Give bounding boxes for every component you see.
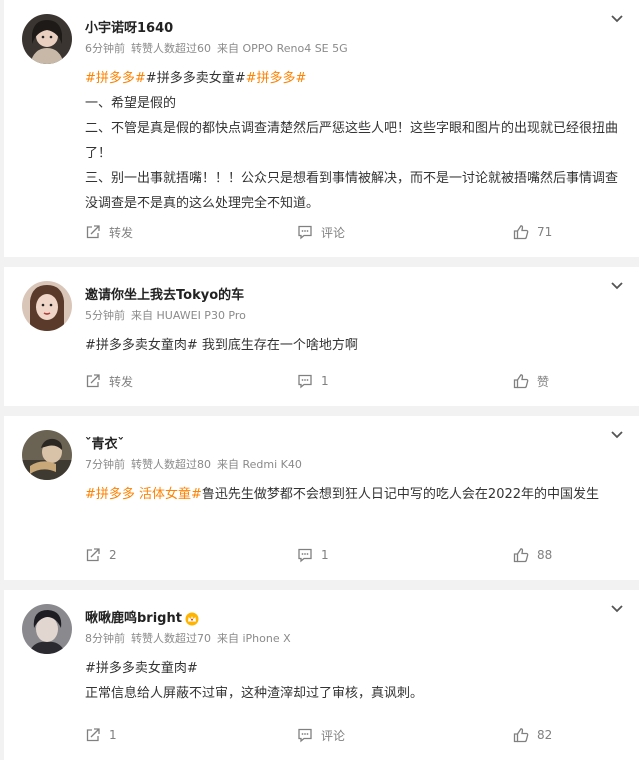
post-text: 鲁迅先生做梦都不会想到狂人日记中写的吃人会在2022年的中国发生 bbox=[201, 487, 600, 502]
share-button[interactable]: 2 bbox=[85, 547, 297, 563]
username[interactable]: 小宇诺呀1640 bbox=[85, 20, 348, 38]
post-card: ˇ青衣ˇ 7分钟前 转赞人数超过80 来自 Redmi K40 #拼多多 活体女童#… bbox=[4, 416, 639, 580]
reposts-note: 转赞人数超过80 bbox=[131, 458, 211, 471]
post-source: 来自 iPhone X bbox=[217, 632, 291, 645]
action-bar: 转发 1 赞 bbox=[85, 356, 549, 406]
post-meta: 8分钟前 转赞人数超过70 来自 iPhone X bbox=[85, 632, 291, 646]
post-card: 啾啾鹿鸣bright 8分钟前 转赞人数超过70 来自 iPhone X #拼多多卖… bbox=[4, 590, 639, 760]
post-time[interactable]: 8分钟前 bbox=[85, 632, 125, 645]
comment-count: 1 bbox=[321, 374, 329, 388]
comment-label: 评论 bbox=[321, 728, 346, 743]
post-body: #拼多多卖女童肉# 正常信息给人屏蔽不过审，这种渣滓却过了审核，真讽刺。 bbox=[85, 656, 627, 706]
action-bar: 转发 评论 71 bbox=[85, 207, 552, 257]
post-source: 来自 OPPO Reno4 SE 5G bbox=[217, 42, 348, 55]
post-time[interactable]: 7分钟前 bbox=[85, 458, 125, 471]
share-label: 转发 bbox=[109, 225, 134, 240]
share-button[interactable]: 1 bbox=[85, 727, 297, 743]
avatar[interactable] bbox=[22, 430, 72, 480]
comment-button[interactable]: 1 bbox=[297, 373, 513, 389]
chevron-down-icon[interactable] bbox=[609, 600, 625, 616]
share-icon bbox=[86, 374, 100, 388]
comment-label: 评论 bbox=[321, 225, 346, 240]
hashtag[interactable]: #拼多多# bbox=[246, 71, 307, 86]
crown-badge-icon[interactable] bbox=[185, 612, 199, 626]
post-meta: 7分钟前 转赞人数超过80 来自 Redmi K40 bbox=[85, 458, 302, 472]
like-count: 88 bbox=[537, 548, 553, 562]
like-button[interactable]: 赞 bbox=[513, 373, 549, 390]
share-button[interactable]: 转发 bbox=[85, 224, 297, 241]
post-body: #拼多多 活体女童#鲁迅先生做梦都不会想到狂人日记中写的吃人会在2022年的中国… bbox=[85, 482, 627, 507]
comment-count: 1 bbox=[321, 548, 329, 562]
share-label: 转发 bbox=[109, 374, 134, 389]
like-count: 82 bbox=[537, 728, 553, 742]
post-line: 二、不管是真是假的都快点调查清楚然后严惩这些人吧！这些字眼和图片的出现就已经很扭… bbox=[85, 121, 619, 161]
avatar[interactable] bbox=[22, 281, 72, 331]
thumbs-up-icon bbox=[513, 374, 529, 389]
post-card: 邀请你坐上我去Tokyo的车 5分钟前 来自 HUAWEI P30 Pro #拼多… bbox=[4, 267, 639, 406]
like-count: 71 bbox=[537, 225, 553, 239]
comment-icon bbox=[298, 374, 312, 389]
comment-button[interactable]: 1 bbox=[297, 547, 513, 563]
share-count: 1 bbox=[109, 728, 117, 742]
post-time[interactable]: 6分钟前 bbox=[85, 42, 125, 55]
post-line: 正常信息给人屏蔽不过审，这种渣滓却过了审核，真讽刺。 bbox=[85, 686, 424, 701]
share-button[interactable]: 转发 bbox=[85, 373, 297, 390]
post-meta: 5分钟前 来自 HUAWEI P30 Pro bbox=[85, 309, 246, 323]
reposts-note: 转赞人数超过60 bbox=[131, 42, 211, 55]
comment-button[interactable]: 评论 bbox=[297, 224, 513, 241]
post-meta: 6分钟前 转赞人数超过60 来自 OPPO Reno4 SE 5G bbox=[85, 42, 348, 56]
chevron-down-icon[interactable] bbox=[609, 277, 625, 293]
comment-icon bbox=[298, 728, 312, 743]
username[interactable]: ˇ青衣ˇ bbox=[85, 436, 302, 454]
post-source: 来自 Redmi K40 bbox=[217, 458, 302, 471]
hashtag[interactable]: #拼多多# bbox=[85, 71, 146, 86]
post-card: 小宇诺呀1640 6分钟前 转赞人数超过60 来自 OPPO Reno4 SE 5G… bbox=[4, 0, 639, 257]
like-button[interactable]: 71 bbox=[513, 224, 552, 240]
username[interactable]: 啾啾鹿鸣bright bbox=[85, 610, 291, 628]
username[interactable]: 邀请你坐上我去Tokyo的车 bbox=[85, 287, 246, 305]
comment-icon bbox=[298, 548, 312, 563]
chevron-down-icon[interactable] bbox=[609, 10, 625, 26]
share-icon bbox=[86, 548, 100, 562]
weibo-feed: 小宇诺呀1640 6分钟前 转赞人数超过60 来自 OPPO Reno4 SE 5G… bbox=[0, 0, 639, 760]
avatar[interactable] bbox=[22, 14, 72, 64]
comment-icon bbox=[298, 225, 312, 240]
share-count: 2 bbox=[109, 548, 117, 562]
post-source: 来自 HUAWEI P30 Pro bbox=[131, 309, 246, 322]
action-bar: 1 评论 82 bbox=[85, 710, 552, 760]
share-icon bbox=[86, 728, 100, 742]
post-body: #拼多多##拼多多卖女童##拼多多# 一、希望是假的 二、不管是真是假的都快点调… bbox=[85, 66, 627, 216]
hashtag[interactable]: #拼多多卖女童肉# bbox=[85, 661, 198, 676]
thumbs-up-icon bbox=[513, 225, 529, 240]
post-body: #拼多多卖女童肉# 我到底生存在一个啥地方啊 bbox=[85, 333, 627, 358]
post-text: #拼多多卖女童肉# 我到底生存在一个啥地方啊 bbox=[85, 338, 358, 353]
comment-button[interactable]: 评论 bbox=[297, 727, 513, 744]
avatar[interactable] bbox=[22, 604, 72, 654]
chevron-down-icon[interactable] bbox=[609, 426, 625, 442]
like-label: 赞 bbox=[537, 374, 550, 389]
thumbs-up-icon bbox=[513, 548, 529, 563]
reposts-note: 转赞人数超过70 bbox=[131, 632, 211, 645]
post-line: 一、希望是假的 bbox=[85, 96, 177, 111]
post-time[interactable]: 5分钟前 bbox=[85, 309, 125, 322]
hashtag[interactable]: #拼多多 活体女童# bbox=[85, 487, 202, 502]
like-button[interactable]: 88 bbox=[513, 547, 552, 563]
thumbs-up-icon bbox=[513, 728, 529, 743]
hashtag[interactable]: #拼多多卖女童# bbox=[146, 71, 246, 86]
action-bar: 2 1 88 bbox=[85, 530, 552, 580]
share-icon bbox=[86, 225, 100, 239]
like-button[interactable]: 82 bbox=[513, 727, 552, 743]
